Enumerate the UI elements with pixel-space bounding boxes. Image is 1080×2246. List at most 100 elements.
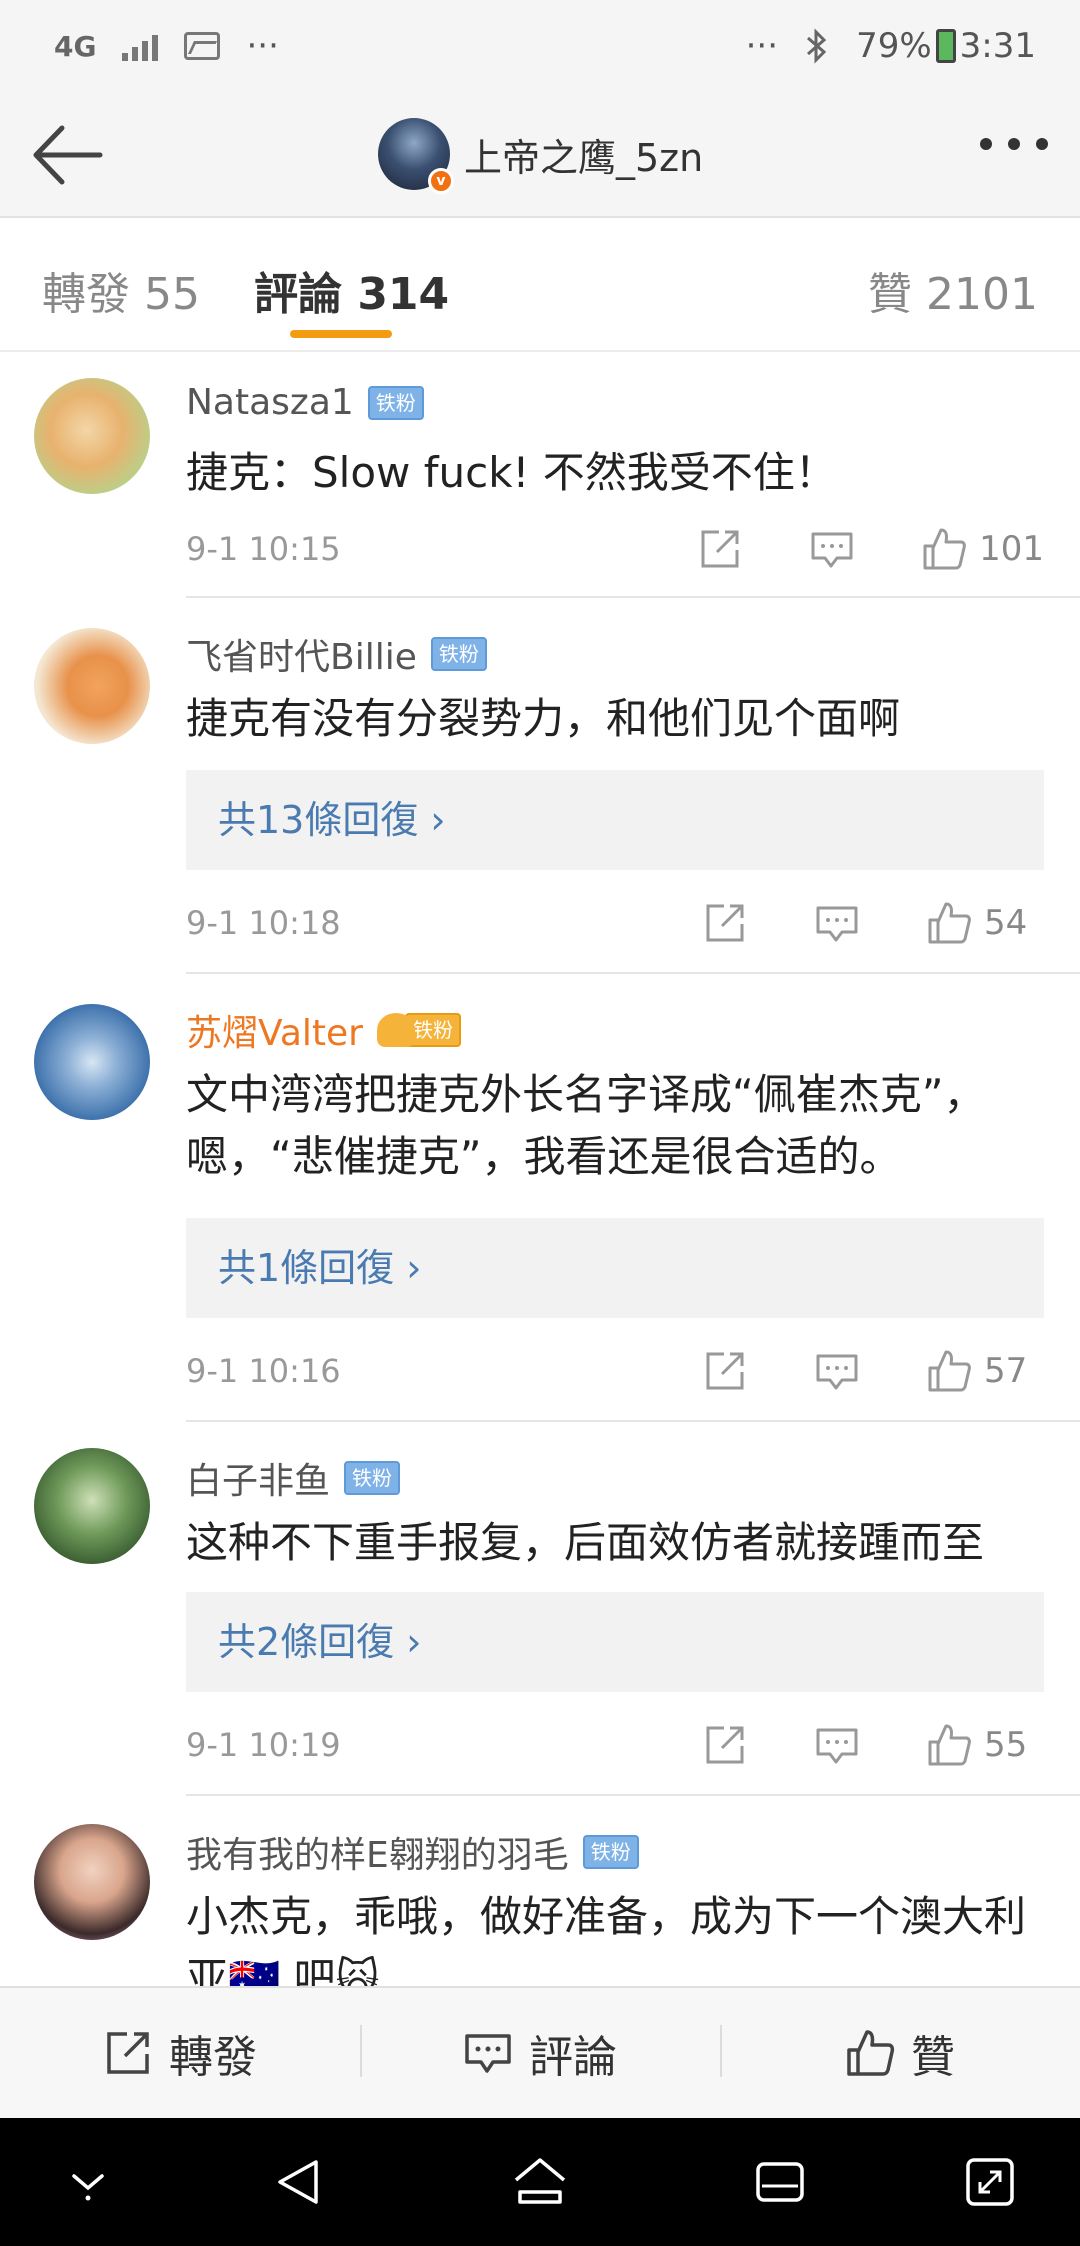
- battery-group: 79% 3:31: [856, 26, 1036, 66]
- expand-icon[interactable]: [960, 2152, 1020, 2212]
- recent-apps-icon[interactable]: [750, 2152, 810, 2212]
- system-nav-bar: [0, 2118, 1080, 2246]
- view-replies-button[interactable]: 共2條回復 ›: [186, 1592, 1044, 1692]
- tab-comments[interactable]: 評論 314: [254, 258, 449, 322]
- comment-label: 評論: [529, 2032, 617, 2083]
- commenter-avatar[interactable]: [34, 1448, 150, 1564]
- signal-icon: [122, 31, 159, 61]
- comment-actions: 57: [636, 1348, 1044, 1394]
- more-options-icon[interactable]: [980, 138, 1048, 150]
- commenter-avatar[interactable]: [34, 1824, 150, 1940]
- view-replies-button[interactable]: 共1條回復 ›: [186, 1218, 1044, 1318]
- comment-text: 捷克：Slow fuck! 不然我受不住！: [186, 448, 837, 497]
- divider: [186, 596, 1080, 598]
- status-bar: 4G ··· ··· 79% 3:31: [0, 0, 1080, 92]
- commenter-avatar[interactable]: [34, 628, 150, 744]
- like-label: 贊: [911, 2032, 955, 2083]
- status-right-more: ···: [745, 26, 779, 66]
- commenter-name-row: 飞省时代Billie 铁粉: [186, 628, 487, 680]
- comment-text: 小杰克，乖哦，做好准备，成为下一个澳大利亚🇦🇺 吧🙀: [186, 1892, 1027, 1986]
- comment-actions: 55: [636, 1722, 1044, 1768]
- active-tab-indicator: [290, 330, 392, 338]
- crown-icon: [376, 1013, 415, 1047]
- tab-bar: 轉發 55 評論 314 贊 2101: [0, 218, 1080, 352]
- fan-badge: 铁粉: [367, 385, 424, 420]
- comment-meta: 9-1 10:18 54: [186, 898, 1044, 948]
- commenter-name[interactable]: 我有我的样E翱翔的羽毛: [186, 1826, 569, 1878]
- like-count: 54: [984, 903, 1028, 943]
- bottom-action-bar: 轉發 評論 贊: [0, 1986, 1080, 2118]
- commenter-name-row: 苏熠Valter 铁粉: [186, 1004, 461, 1056]
- vip-badge: 铁粉: [376, 1013, 461, 1047]
- comment-time: 9-1 10:16: [186, 1352, 341, 1390]
- repost-label: 轉發: [169, 2032, 257, 2083]
- back-icon[interactable]: [270, 2152, 330, 2212]
- comment-actions: 101: [631, 526, 1044, 572]
- reply-icon[interactable]: [814, 1722, 860, 1768]
- commenter-name[interactable]: 苏熠Valter: [186, 1004, 363, 1056]
- fan-badge: 铁粉: [344, 1461, 401, 1495]
- network-label: 4G: [54, 29, 97, 63]
- reply-icon[interactable]: [809, 526, 855, 572]
- comment-item: 我有我的样E翱翔的羽毛 铁粉 小杰克，乖哦，做好准备，成为下一个澳大利亚🇦🇺 吧…: [0, 1796, 1080, 1986]
- commenter-name-row: 我有我的样E翱翔的羽毛 铁粉: [186, 1826, 639, 1878]
- view-replies-button[interactable]: 共13條回復 ›: [186, 770, 1044, 870]
- status-right: ··· 79% 3:31: [746, 26, 1036, 66]
- author-name[interactable]: 上帝之鹰_5zn: [464, 127, 703, 182]
- comment-meta: 9-1 10:16 57: [186, 1346, 1044, 1396]
- like-count: 55: [984, 1725, 1028, 1765]
- tab-reposts[interactable]: 轉發 55: [42, 258, 200, 322]
- commenter-name[interactable]: 飞省时代Billie: [186, 628, 417, 680]
- clock: 3:31: [959, 26, 1036, 66]
- commenter-avatar[interactable]: [34, 378, 150, 494]
- commenter-name-row: Natasza1 铁粉: [186, 382, 424, 423]
- comment-time: 9-1 10:18: [186, 904, 341, 942]
- comment-icon: [465, 2034, 511, 2073]
- like-icon[interactable]: [926, 1348, 972, 1394]
- commenter-name[interactable]: 白子非鱼: [186, 1452, 330, 1504]
- screen: 4G ··· ··· 79% 3:31 v 上帝之鹰_5zn 轉發 55 評論 …: [0, 0, 1080, 2246]
- battery-icon: [935, 29, 956, 63]
- author-avatar[interactable]: v: [378, 118, 454, 194]
- share-icon[interactable]: [702, 900, 748, 946]
- repost-button[interactable]: 轉發: [0, 2021, 360, 2085]
- comment-button[interactable]: 評論: [360, 2021, 720, 2085]
- like-count: 101: [979, 529, 1044, 569]
- share-icon[interactable]: [702, 1722, 748, 1768]
- comment-time: 9-1 10:15: [186, 530, 341, 568]
- comment-meta: 9-1 10:19 55: [186, 1720, 1044, 1770]
- thumbs-up-icon: [847, 2030, 895, 2076]
- comment-actions: 54: [636, 900, 1044, 946]
- comment-text: 捷克有没有分裂势力，和他们见个面啊: [186, 694, 901, 743]
- divider: [186, 972, 1080, 974]
- like-icon[interactable]: [921, 526, 967, 572]
- back-arrow-icon[interactable]: [28, 120, 108, 190]
- comment-meta: 9-1 10:15 101: [186, 524, 1044, 574]
- like-icon[interactable]: [926, 900, 972, 946]
- comment-time: 9-1 10:19: [186, 1726, 341, 1764]
- like-button[interactable]: 贊: [720, 2021, 1080, 2085]
- top-nav: v 上帝之鹰_5zn: [0, 92, 1080, 218]
- tab-likes[interactable]: 贊 2101: [868, 258, 1038, 322]
- bluetooth-icon: [807, 28, 827, 64]
- status-more: ···: [246, 26, 279, 66]
- status-left: 4G ···: [54, 26, 279, 66]
- comment-text: 文中湾湾把捷克外长名字译成“佩崔杰克”，嗯，“悲催捷克”，我看还是很合适的。: [186, 1070, 986, 1181]
- battery-percent: 79%: [856, 26, 932, 66]
- divider: [186, 1420, 1080, 1422]
- commenter-avatar[interactable]: [34, 1004, 150, 1120]
- commenter-name-row: 白子非鱼 铁粉: [186, 1452, 401, 1504]
- like-icon[interactable]: [926, 1722, 972, 1768]
- hide-keyboard-icon[interactable]: [58, 2152, 118, 2212]
- share-icon[interactable]: [697, 526, 743, 572]
- fan-badge: 铁粉: [582, 1835, 639, 1869]
- reply-icon[interactable]: [814, 1348, 860, 1394]
- reply-icon[interactable]: [814, 900, 860, 946]
- share-icon[interactable]: [702, 1348, 748, 1394]
- verified-badge: v: [428, 168, 454, 194]
- fan-badge: 铁粉: [430, 637, 487, 671]
- commenter-name[interactable]: Natasza1: [186, 382, 354, 423]
- home-icon[interactable]: [510, 2152, 570, 2212]
- like-count: 57: [984, 1351, 1028, 1391]
- author-profile[interactable]: v 上帝之鹰_5zn: [378, 118, 703, 194]
